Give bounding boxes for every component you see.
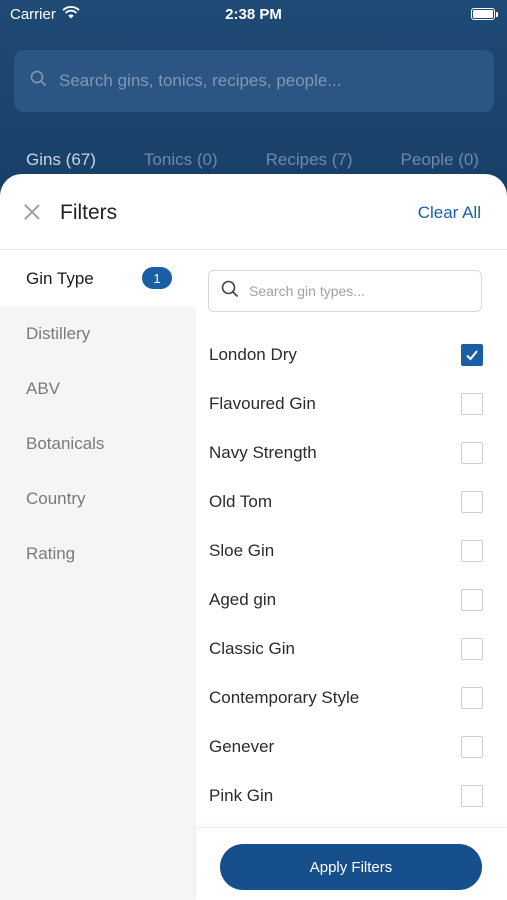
checkbox[interactable] xyxy=(461,589,483,611)
sheet-footer: Apply Filters xyxy=(196,827,507,900)
option-sloe-gin[interactable]: Sloe Gin xyxy=(196,526,507,575)
checkbox[interactable] xyxy=(461,491,483,513)
checkbox[interactable] xyxy=(461,442,483,464)
gin-type-options: London Dry Flavoured Gin Navy Strength O… xyxy=(196,330,507,820)
sheet-header: Filters Clear All xyxy=(0,174,507,250)
category-country[interactable]: Country xyxy=(0,471,196,526)
tab-recipes: Recipes (7) xyxy=(265,150,353,169)
option-london-dry[interactable]: London Dry xyxy=(196,330,507,379)
background-app: Carrier 2:38 PM Search gins, tonics, rec… xyxy=(0,0,507,200)
status-bar: Carrier 2:38 PM xyxy=(0,0,507,30)
filter-options-panel: London Dry Flavoured Gin Navy Strength O… xyxy=(196,251,507,900)
category-botanicals[interactable]: Botanicals xyxy=(0,416,196,471)
background-search-placeholder: Search gins, tonics, recipes, people... xyxy=(59,71,342,90)
option-label: Old Tom xyxy=(209,491,272,511)
category-distillery[interactable]: Distillery xyxy=(0,306,196,361)
checkmark-icon xyxy=(466,350,478,361)
clear-all-button[interactable]: Clear All xyxy=(418,203,481,223)
category-label: Botanicals xyxy=(26,433,105,453)
option-label: Classic Gin xyxy=(209,638,295,658)
category-label: Rating xyxy=(26,543,76,563)
background-search-bar: Search gins, tonics, recipes, people... xyxy=(14,50,494,112)
category-gin-type[interactable]: Gin Type 1 xyxy=(0,251,196,306)
selection-count-badge: 1 xyxy=(142,267,172,289)
option-label: London Dry xyxy=(209,344,297,364)
search-icon xyxy=(30,70,47,92)
category-label: ABV xyxy=(26,378,61,398)
sheet-title: Filters xyxy=(60,201,118,224)
option-classic-gin[interactable]: Classic Gin xyxy=(196,624,507,673)
category-label: Distillery xyxy=(26,323,91,343)
gin-type-search-input[interactable] xyxy=(249,283,459,299)
option-label: Contemporary Style xyxy=(209,687,360,707)
filters-body: Gin Type 1 Distillery ABV Botanicals Cou… xyxy=(0,251,507,900)
category-abv[interactable]: ABV xyxy=(0,361,196,416)
option-label: Pink Gin xyxy=(209,785,274,805)
option-label: Aged gin xyxy=(209,589,277,609)
option-genever[interactable]: Genever xyxy=(196,722,507,771)
option-navy-strength[interactable]: Navy Strength xyxy=(196,428,507,477)
option-pink-gin[interactable]: Pink Gin xyxy=(196,771,507,820)
close-icon[interactable] xyxy=(22,202,42,222)
option-label: Navy Strength xyxy=(209,442,317,462)
battery-icon xyxy=(471,8,498,20)
option-contemporary-style[interactable]: Contemporary Style xyxy=(196,673,507,722)
option-label: Sloe Gin xyxy=(209,540,275,560)
option-label: Flavoured Gin xyxy=(209,393,316,413)
option-old-tom[interactable]: Old Tom xyxy=(196,477,507,526)
background-tabs: Gins (67) Tonics (0) Recipes (7) People … xyxy=(0,150,507,170)
search-icon xyxy=(221,280,239,303)
checkbox[interactable] xyxy=(461,736,483,758)
category-rating[interactable]: Rating xyxy=(0,526,196,581)
filters-sheet: Filters Clear All Gin Type 1 Distillery … xyxy=(0,174,507,900)
status-time: 2:38 PM xyxy=(225,6,282,23)
tab-gins: Gins (67) xyxy=(26,150,96,169)
tab-people: People (0) xyxy=(400,150,479,169)
category-label: Gin Type xyxy=(26,268,94,288)
gin-type-search[interactable] xyxy=(208,270,482,312)
checkbox[interactable] xyxy=(461,638,483,660)
checkbox[interactable] xyxy=(461,785,483,807)
tab-tonics: Tonics (0) xyxy=(143,150,218,169)
option-label: Genever xyxy=(209,736,275,756)
apply-filters-button[interactable]: Apply Filters xyxy=(220,844,482,890)
checkbox[interactable] xyxy=(461,687,483,709)
checkbox[interactable] xyxy=(461,540,483,562)
option-flavoured-gin[interactable]: Flavoured Gin xyxy=(196,379,507,428)
option-aged-gin[interactable]: Aged gin xyxy=(196,575,507,624)
category-label: Country xyxy=(26,488,86,508)
checkbox[interactable] xyxy=(461,393,483,415)
filter-category-sidebar: Gin Type 1 Distillery ABV Botanicals Cou… xyxy=(0,251,196,900)
checkbox[interactable] xyxy=(461,344,483,366)
